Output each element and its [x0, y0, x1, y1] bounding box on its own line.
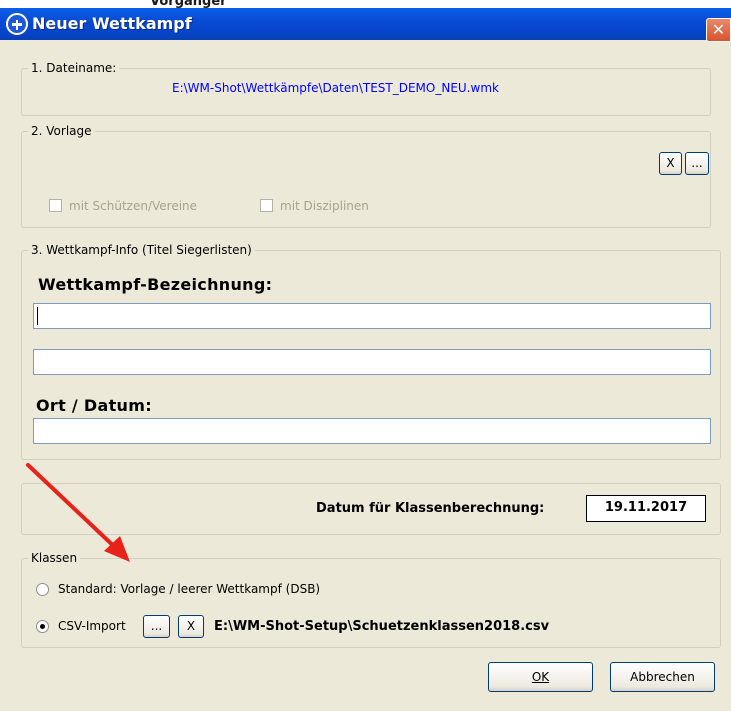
arrow-shaft	[26, 463, 122, 554]
annotation-arrow	[26, 463, 130, 562]
